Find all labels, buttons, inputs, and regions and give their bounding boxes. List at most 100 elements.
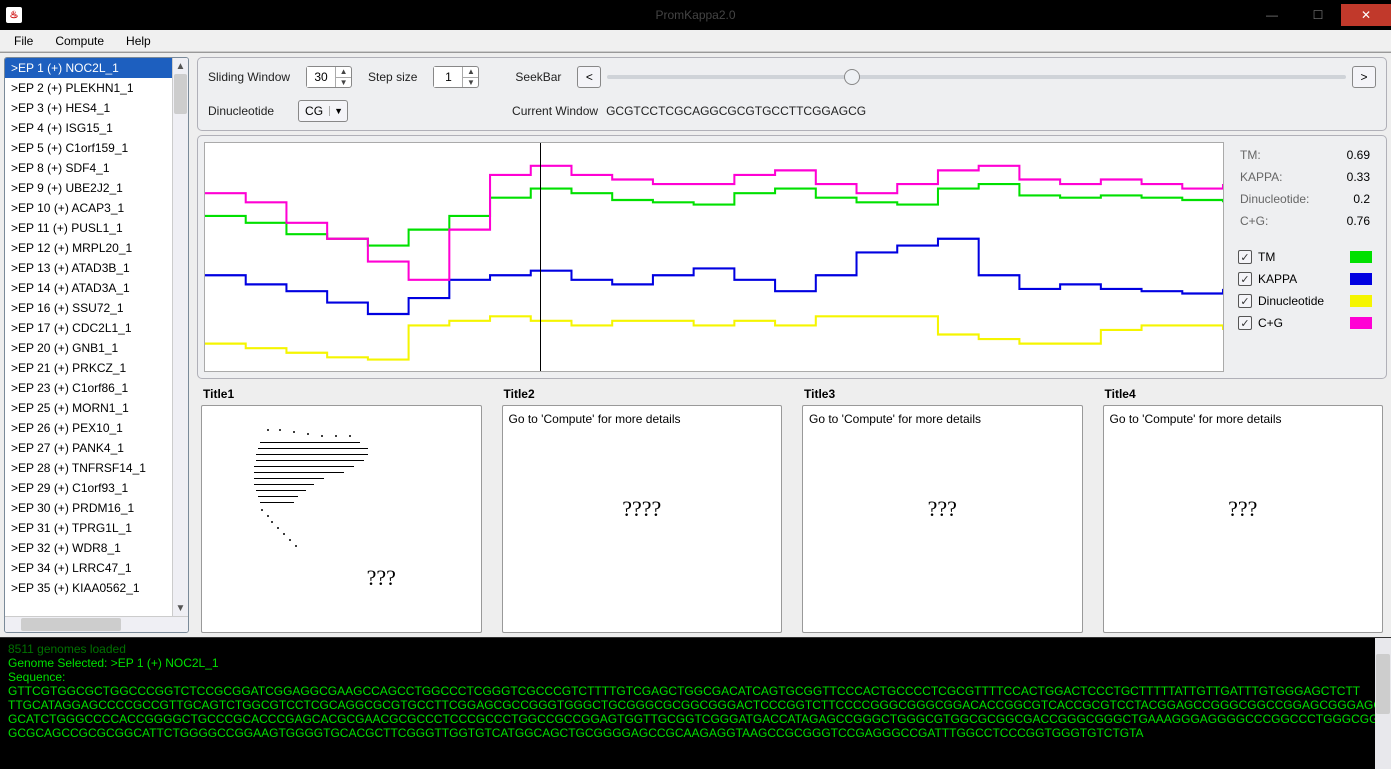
console-seq-1: GTTCGTGGCGCTGGCCCGGTCTCCGCGGATCGGAGGCGAA… [8,684,1383,698]
seekbar-next-button[interactable]: > [1352,66,1376,88]
seekbar-label: SeekBar [515,70,561,84]
legend-tm[interactable]: TM [1234,248,1376,266]
step-size-label: Step size [368,70,417,84]
list-item[interactable]: >EP 8 (+) SDF4_1 [5,158,172,178]
thumb-2: Title2 Go to 'Compute' for more details … [502,383,783,633]
list-item[interactable]: >EP 30 (+) PRDM16_1 [5,498,172,518]
list-item[interactable]: >EP 16 (+) SSU72_1 [5,298,172,318]
console-scrollbar-thumb[interactable] [1376,654,1390,714]
sliding-window-input[interactable] [307,67,335,87]
spinner-up-icon[interactable]: ▲ [462,67,478,78]
java-icon: ♨ [6,7,22,23]
thumb-4: Title4 Go to 'Compute' for more details … [1103,383,1384,633]
maximize-button[interactable]: ☐ [1295,4,1341,26]
list-item[interactable]: >EP 13 (+) ATAD3B_1 [5,258,172,278]
seekbar-track[interactable] [607,75,1346,79]
window-controls: — ☐ ✕ [1249,4,1391,26]
step-size-input[interactable] [434,67,462,87]
list-item[interactable]: >EP 31 (+) TPRG1L_1 [5,518,172,538]
legend-cg[interactable]: C+G [1234,314,1376,332]
list-item[interactable]: >EP 28 (+) TNFRSF14_1 [5,458,172,478]
thumb-1: Title1 ??? [201,383,482,633]
legend-dinucleotide[interactable]: Dinucleotide [1234,292,1376,310]
list-item[interactable]: >EP 34 (+) LRRC47_1 [5,558,172,578]
metric-tm: TM:0.69 [1234,146,1376,164]
spinner-down-icon[interactable]: ▼ [335,78,351,88]
list-scrollbar-horizontal[interactable] [5,616,188,632]
chart-area[interactable] [204,142,1224,372]
list-item[interactable]: >EP 29 (+) C1orf93_1 [5,478,172,498]
sliding-window-spinner[interactable]: ▲ ▼ [306,66,352,88]
thumb-3-box[interactable]: Go to 'Compute' for more details ??? [802,405,1083,633]
list-item[interactable]: >EP 14 (+) ATAD3A_1 [5,278,172,298]
list-item[interactable]: >EP 25 (+) MORN1_1 [5,398,172,418]
console-seq-4: GCGCAGCCGCGCGGCATTCTGGGGCCGGAAGTGGGGTGCA… [8,726,1383,740]
thumb-3-hint: Go to 'Compute' for more details [809,412,1076,426]
sliding-window-label: Sliding Window [208,70,290,84]
list-item[interactable]: >EP 10 (+) ACAP3_1 [5,198,172,218]
list-item[interactable]: >EP 3 (+) HES4_1 [5,98,172,118]
sequence-list-panel: >EP 1 (+) NOC2L_1>EP 2 (+) PLEKHN1_1>EP … [4,57,189,633]
scroll-down-arrow-icon[interactable]: ▼ [173,600,188,616]
menu-compute[interactable]: Compute [49,32,110,49]
thumb-3: Title3 Go to 'Compute' for more details … [802,383,1083,633]
seekbar-thumb[interactable] [844,69,860,85]
dropdown-arrow-icon[interactable]: ▼ [329,106,347,116]
scrollbar-thumb-h[interactable] [21,618,121,631]
titlebar: ♨ PromKappa2.0 — ☐ ✕ [0,0,1391,30]
legend-kappa[interactable]: KAPPA [1234,270,1376,288]
swatch-tm [1350,251,1372,263]
checkbox-tm[interactable] [1238,250,1252,264]
thumb-1-box[interactable]: ??? [201,405,482,633]
thumb-2-text: ???? [509,496,776,522]
chart-cursor-line [540,143,541,371]
thumb-1-plot [208,412,475,572]
swatch-kappa [1350,273,1372,285]
scroll-up-arrow-icon[interactable]: ▲ [173,58,188,74]
thumb-2-box[interactable]: Go to 'Compute' for more details ???? [502,405,783,633]
close-button[interactable]: ✕ [1341,4,1391,26]
chart-panel: TM:0.69 KAPPA:0.33 Dinucleotide:0.2 C+G:… [197,135,1387,379]
console-scrollbar[interactable] [1375,638,1391,769]
list-item[interactable]: >EP 1 (+) NOC2L_1 [5,58,172,78]
checkbox-cg[interactable] [1238,316,1252,330]
spinner-up-icon[interactable]: ▲ [335,67,351,78]
menu-help[interactable]: Help [120,32,157,49]
console-seq-2: TTGCATAGGAGCCCCGCCGTTGCAGTCTGGCGTCCTCGCA… [8,698,1383,712]
list-item[interactable]: >EP 23 (+) C1orf86_1 [5,378,172,398]
dinucleotide-combo[interactable]: CG ▼ [298,100,348,122]
list-item[interactable]: >EP 35 (+) KIAA0562_1 [5,578,172,598]
current-window-label: Current Window [512,104,598,118]
step-size-spinner[interactable]: ▲ ▼ [433,66,479,88]
swatch-dinucleotide [1350,295,1372,307]
list-item[interactable]: >EP 21 (+) PRKCZ_1 [5,358,172,378]
list-item[interactable]: >EP 27 (+) PANK4_1 [5,438,172,458]
list-item[interactable]: >EP 2 (+) PLEKHN1_1 [5,78,172,98]
checkbox-kappa[interactable] [1238,272,1252,286]
list-item[interactable]: >EP 12 (+) MRPL20_1 [5,238,172,258]
content-area: >EP 1 (+) NOC2L_1>EP 2 (+) PLEKHN1_1>EP … [0,52,1391,637]
checkbox-dinucleotide[interactable] [1238,294,1252,308]
thumb-4-box[interactable]: Go to 'Compute' for more details ??? [1103,405,1384,633]
menu-file[interactable]: File [8,32,39,49]
seekbar-prev-button[interactable]: < [577,66,601,88]
console-line-1: Genome Selected: >EP 1 (+) NOC2L_1 [8,656,1383,670]
minimize-button[interactable]: — [1249,4,1295,26]
metric-cg: C+G:0.76 [1234,212,1376,230]
list-item[interactable]: >EP 4 (+) ISG15_1 [5,118,172,138]
list-item[interactable]: >EP 9 (+) UBE2J2_1 [5,178,172,198]
sequence-list[interactable]: >EP 1 (+) NOC2L_1>EP 2 (+) PLEKHN1_1>EP … [5,58,172,616]
list-item[interactable]: >EP 11 (+) PUSL1_1 [5,218,172,238]
list-item[interactable]: >EP 17 (+) CDC2L1_1 [5,318,172,338]
list-item[interactable]: >EP 20 (+) GNB1_1 [5,338,172,358]
seekbar: < > [577,66,1376,88]
list-item[interactable]: >EP 5 (+) C1orf159_1 [5,138,172,158]
spinner-down-icon[interactable]: ▼ [462,78,478,88]
list-scrollbar-vertical[interactable]: ▲ ▼ [172,58,188,616]
scrollbar-thumb[interactable] [174,74,187,114]
list-item[interactable]: >EP 26 (+) PEX10_1 [5,418,172,438]
main-panel: Sliding Window ▲ ▼ Step size ▲ ▼ [197,57,1387,633]
thumb-3-text: ??? [809,496,1076,522]
controls-panel: Sliding Window ▲ ▼ Step size ▲ ▼ [197,57,1387,131]
list-item[interactable]: >EP 32 (+) WDR8_1 [5,538,172,558]
